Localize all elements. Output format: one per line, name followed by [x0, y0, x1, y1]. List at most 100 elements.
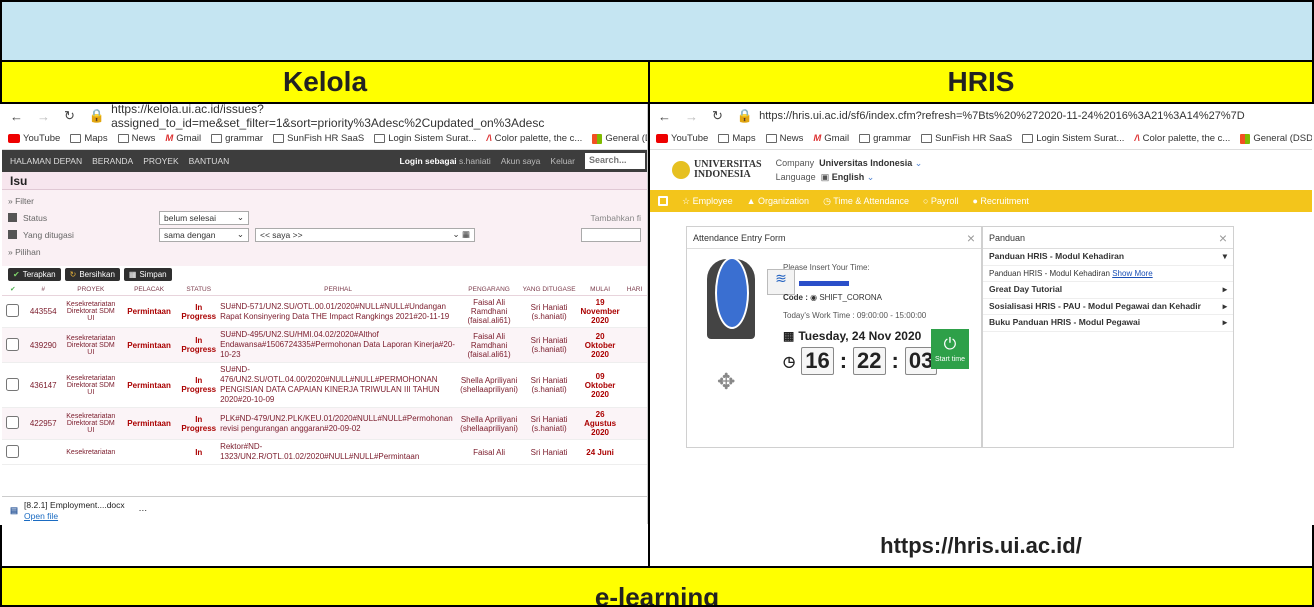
nav-proyek[interactable]: PROYEK	[143, 156, 178, 166]
back-icon[interactable]: ←	[658, 109, 671, 124]
table-row[interactable]: 422957 Kesekretariatan Direktorat SDM UI…	[2, 407, 647, 440]
forward-icon[interactable]: →	[37, 109, 50, 124]
panduan-item[interactable]: Buku Panduan HRIS - Modul Pegawai ▸	[983, 315, 1233, 333]
table-row[interactable]: 436147 Kesekretariatan Direktorat SDM UI…	[2, 362, 647, 408]
bookmark-color-palette[interactable]: /\ Color palette, the c...	[486, 133, 582, 144]
panduan-item[interactable]: Panduan HRIS - Modul Kehadiran ▾	[983, 249, 1233, 266]
add-filter-label[interactable]: Tambahkan fi	[590, 213, 641, 223]
assigned-value-select[interactable]: << saya >> ⌄ ▦	[255, 227, 475, 242]
bookmarks-bar: YouTube Maps News M Gmail grammar SunFish…	[2, 128, 647, 150]
apps-grid-icon[interactable]	[658, 196, 668, 206]
page-icon	[273, 134, 285, 143]
options-toggle[interactable]: » Pilihan	[8, 243, 641, 260]
menu-organization[interactable]: ▲ Organization	[747, 196, 809, 206]
company-select[interactable]: Universitas Indonesia	[819, 158, 912, 168]
kelola-screenshot: ← → ↻ 🔒 https://kelola.ui.ac.id/issues?as…	[2, 104, 648, 524]
col-days[interactable]: HARI	[622, 283, 647, 296]
bookmark-login-surat[interactable]: Login Sistem Surat...	[1022, 133, 1124, 144]
apply-button[interactable]: ✔ Terapkan	[8, 268, 61, 281]
open-file-link[interactable]: Open file	[24, 511, 125, 521]
col-subject[interactable]: PERIHAL	[218, 283, 459, 296]
menu-time-attendance[interactable]: ◷ Time & Attendance	[823, 196, 909, 207]
bookmark-grammar[interactable]: grammar	[859, 133, 911, 144]
bookmark-news[interactable]: News	[765, 133, 803, 144]
move-icon[interactable]: ✥	[717, 369, 735, 395]
add-filter-select[interactable]	[581, 227, 641, 242]
menu-recruitment[interactable]: ● Recruitment	[972, 196, 1028, 206]
header-right: HRIS	[650, 62, 1314, 104]
bookmark-youtube[interactable]: YouTube	[656, 133, 708, 144]
youtube-icon	[8, 134, 20, 143]
caret-down-icon: ▾	[1222, 251, 1227, 261]
bookmark-maps[interactable]: Maps	[70, 133, 108, 144]
refresh-icon: ↻	[69, 270, 77, 279]
status-select[interactable]: belum selesai ⌄	[159, 210, 249, 225]
menu-payroll[interactable]: ○ Payroll	[923, 196, 958, 206]
row-checkbox[interactable]	[6, 304, 20, 317]
col-status[interactable]: STATUS	[179, 283, 219, 296]
assigned-operator-select[interactable]: sama dengan ⌄	[159, 227, 249, 242]
bookmark-youtube[interactable]: YouTube	[8, 133, 60, 144]
start-time-button[interactable]: ⏻ Start time	[931, 329, 969, 369]
attendance-card: Attendance Entry Form × ✥ Please Insert Y…	[686, 226, 982, 448]
nav-bantuan[interactable]: BANTUAN	[189, 156, 230, 166]
menu-employee[interactable]: ☆ Employee	[682, 196, 733, 207]
bookmark-gmail[interactable]: M Gmail	[165, 133, 201, 144]
table-row[interactable]: 439290 Kesekretariatan Direktorat SDM UI…	[2, 327, 647, 363]
table-row[interactable]: 443554 Kesekretariatan Direktorat SDM UI…	[2, 295, 647, 328]
row-checkbox[interactable]	[6, 377, 20, 391]
bookmark-sunfish[interactable]: SunFish HR SaaS	[921, 133, 1012, 144]
bookmark-maps[interactable]: Maps	[718, 133, 756, 144]
panduan-item[interactable]: Sosialisasi HRIS - PAU - Modul Pegawai d…	[983, 299, 1233, 316]
calendar-icon: ▦	[783, 329, 795, 343]
select-all-icon[interactable]: ✔	[2, 283, 24, 296]
nav-halaman-depan[interactable]: HALAMAN DEPAN	[10, 156, 82, 166]
col-start[interactable]: MULAI	[578, 283, 623, 296]
address-bar: ← → ↻ 🔒 https://kelola.ui.ac.id/issues?as…	[2, 104, 647, 130]
ui-logo[interactable]: UNIVERSITAS INDONESIA	[672, 160, 762, 180]
clear-button[interactable]: ↻ Bersihkan	[64, 268, 120, 281]
close-icon[interactable]: ×	[1219, 230, 1227, 246]
bookmark-gmail[interactable]: M Gmail	[813, 133, 849, 144]
forward-icon[interactable]: →	[685, 109, 698, 124]
col-project[interactable]: PROYEK	[62, 283, 119, 296]
url-field[interactable]: 🔒 https://hris.ui.ac.id/sf6/index.cfm?ref…	[737, 108, 1245, 124]
nav-beranda[interactable]: BERANDA	[92, 156, 133, 166]
col-assignee[interactable]: YANG DITUGASE	[520, 283, 579, 296]
bookmark-news[interactable]: News	[117, 133, 155, 144]
filter-toggle[interactable]: » Filter	[8, 192, 641, 209]
table-row[interactable]: Kesekretariatan In Rektor#ND-1323/UN2.R/…	[2, 439, 647, 465]
refresh-icon[interactable]: ↻	[64, 108, 75, 124]
url-field[interactable]: 🔒 https://kelola.ui.ac.id/issues?assigned…	[89, 104, 647, 130]
show-more-link[interactable]: Show More	[1112, 269, 1152, 278]
more-options-icon[interactable]: ⋯	[139, 505, 148, 516]
bookmark-grammar[interactable]: grammar	[211, 133, 263, 144]
account-link[interactable]: Akun saya	[501, 156, 541, 166]
save-button[interactable]: ▦ Simpan	[123, 268, 172, 281]
panduan-item[interactable]: Great Day Tutorial ▸	[983, 282, 1233, 299]
slide: Kelola HRIS ← → ↻ 🔒 https://kelola.ui.ac.…	[0, 0, 1314, 607]
bookmark-general[interactable]: General (DSDM) |...	[1240, 133, 1312, 144]
shift-radio[interactable]: ◉	[810, 293, 817, 302]
language-select[interactable]: English	[832, 172, 865, 182]
row-checkbox[interactable]	[6, 444, 20, 458]
back-icon[interactable]: ←	[10, 109, 23, 124]
close-icon[interactable]: ×	[967, 230, 975, 246]
logout-link[interactable]: Keluar	[550, 156, 575, 166]
row-checkbox[interactable]	[6, 416, 20, 429]
bookmark-sunfish[interactable]: SunFish HR SaaS	[273, 133, 364, 144]
drag-handle-icon[interactable]	[715, 257, 749, 329]
search-input[interactable]: Search...	[585, 153, 645, 169]
bookmark-login-surat[interactable]: Login Sistem Surat...	[374, 133, 476, 144]
adobe-icon: /\	[486, 133, 492, 144]
col-author[interactable]: PENGARANG	[458, 283, 521, 296]
row-checkbox[interactable]	[6, 337, 20, 351]
status-checkbox[interactable]	[8, 213, 17, 222]
bookmark-color-palette[interactable]: /\ Color palette, the c...	[1134, 133, 1230, 144]
bookmark-general[interactable]: General (DSDM) |...	[592, 133, 647, 144]
col-id[interactable]: #	[23, 283, 63, 296]
refresh-icon[interactable]: ↻	[712, 108, 723, 124]
assigned-checkbox[interactable]	[8, 230, 17, 239]
col-tracker[interactable]: PELACAK	[118, 283, 180, 296]
download-filename[interactable]: [8.2.1] Employment....docx	[24, 500, 125, 510]
